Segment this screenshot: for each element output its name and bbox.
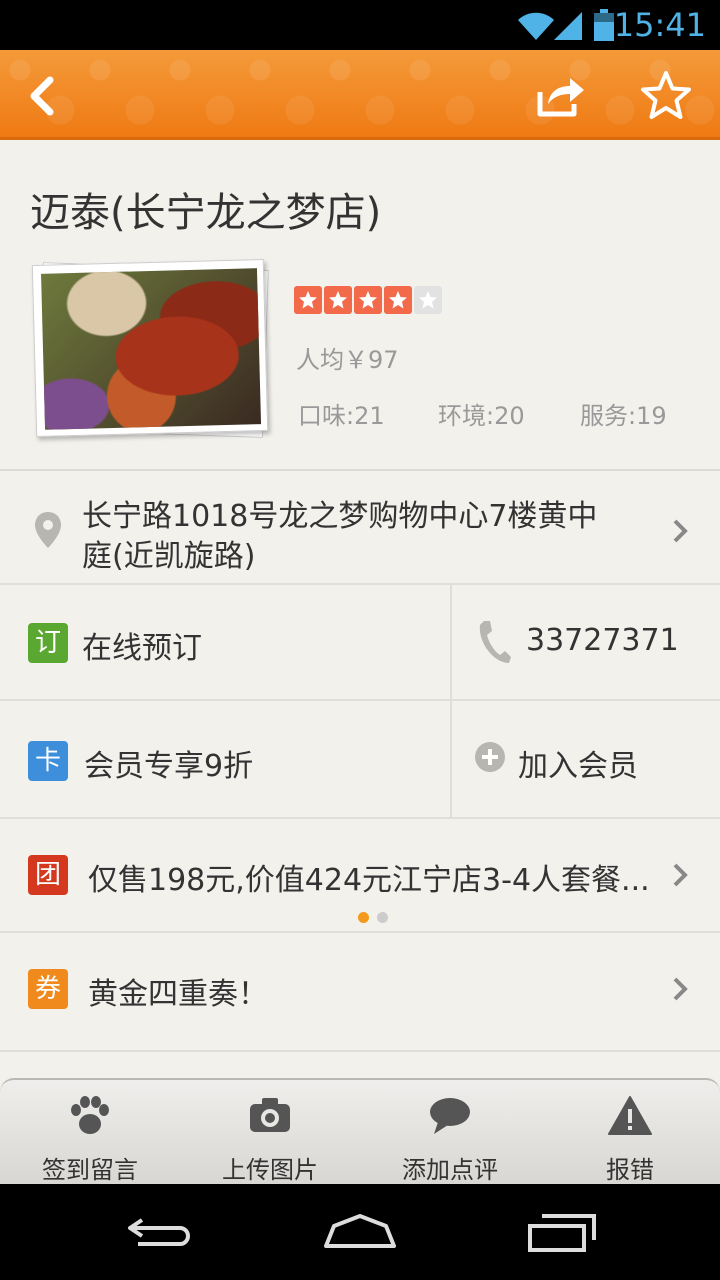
group-deal-tag: 团 [28,855,68,895]
back-arrow-icon[interactable] [14,68,70,124]
online-booking-label[interactable]: 在线预订 [82,623,202,667]
chevron-right-icon [673,863,688,887]
paw-icon [71,1096,109,1134]
upload-photo-label: 上传图片 [222,1156,318,1184]
title-bar [0,50,720,140]
member-card-tag: 卡 [28,741,68,781]
member-row: 卡 会员专享9折 加入会员 [0,701,720,819]
content-divider [0,1050,720,1080]
add-review-button[interactable]: 添加点评 [360,1080,540,1184]
booking-phone-row: 订 在线预订 33727371 [0,585,720,701]
average-price: 人均￥97 [296,346,399,374]
star-empty-icon [414,286,442,314]
upload-photo-button[interactable]: 上传图片 [180,1080,360,1184]
add-review-label: 添加点评 [402,1156,498,1184]
cell-signal-icon [554,12,582,40]
location-pin-icon [35,512,61,548]
checkin-label: 签到留言 [42,1156,138,1184]
vertical-divider [450,585,452,701]
star-filled-icon [294,286,322,314]
coupon-tag: 券 [28,969,68,1009]
address-line-1: 长宁路1018号龙之梦购物中心7楼黄中 [82,499,598,534]
star-filled-icon [324,286,352,314]
shop-photo[interactable] [31,258,269,438]
home-nav-icon[interactable] [320,1208,400,1256]
title-bar-pattern [0,50,720,137]
star-filled-icon [384,286,412,314]
member-discount-label[interactable]: 会员专享9折 [84,741,253,785]
star-outline-icon[interactable] [638,68,694,124]
share-icon[interactable] [530,68,586,124]
booking-tag: 订 [28,623,68,663]
battery-icon [594,9,614,41]
chevron-right-icon [673,977,688,1001]
clock: 15:41 [613,6,706,44]
address-row[interactable]: 长宁路1018号龙之梦购物中心7楼黄中 庭(近凯旋路) [0,473,720,585]
chevron-right-icon [673,519,688,543]
environment-score: 环境:20 [438,402,525,430]
report-error-label: 报错 [606,1156,654,1184]
wifi-icon [518,12,554,41]
coupon-label: 黄金四重奏！ [88,977,268,1012]
status-bar: 15:41 [0,0,720,50]
vertical-divider [450,701,452,819]
star-filled-icon [354,286,382,314]
group-deal-label: 仅售198元,价值424元江宁店3-4人套餐... [88,863,650,898]
service-score: 服务:19 [580,402,667,430]
recent-apps-icon[interactable] [522,1208,602,1256]
food-image [41,268,262,430]
pager-dot [377,912,388,923]
phone-number[interactable]: 33727371 [526,623,679,658]
phone-icon [479,621,511,663]
coupon-row[interactable]: 券 黄金四重奏！ [0,933,720,1050]
plus-circle-icon [475,742,505,772]
system-nav-bar [0,1184,720,1280]
report-error-button[interactable]: 报错 [540,1080,720,1184]
back-nav-icon[interactable] [120,1208,200,1256]
camera-icon [250,1098,290,1132]
speech-bubble-icon [430,1098,470,1134]
pager-dots [358,912,388,923]
shop-name: 迈泰(长宁龙之梦店) [30,190,382,236]
taste-score: 口味:21 [298,402,385,430]
pager-dot-active [358,912,369,923]
address-line-2: 庭(近凯旋路) [82,539,256,574]
warning-icon [608,1096,652,1135]
join-member-button[interactable]: 加入会员 [518,741,638,785]
bottom-toolbar: 签到留言 上传图片 添加点评 报错 [0,1078,720,1184]
checkin-button[interactable]: 签到留言 [0,1080,180,1184]
rating-stars [294,286,442,314]
